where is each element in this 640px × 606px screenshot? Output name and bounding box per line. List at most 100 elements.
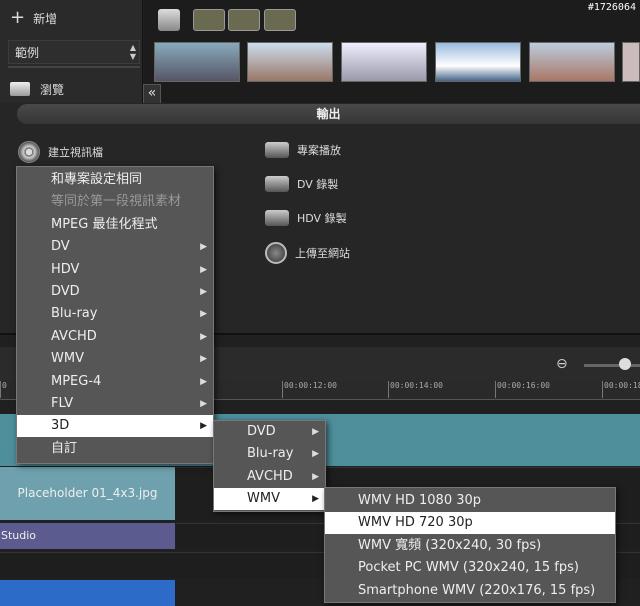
- upload-web-button[interactable]: 上傳至網站: [265, 242, 350, 264]
- photo-filter-icon[interactable]: [228, 9, 260, 31]
- menu-item-label: WMV: [247, 491, 280, 507]
- menu-item-label: Smartphone WMV (220x176, 15 fps): [358, 582, 596, 598]
- menu-item-label: WMV HD 1080 30p: [358, 493, 482, 508]
- camcorder-icon: [265, 176, 289, 192]
- menu-item[interactable]: DVD ▶: [214, 421, 325, 443]
- studio-title-clip[interactable]: Studio: [0, 523, 175, 549]
- media-thumbnail[interactable]: [247, 42, 333, 82]
- project-playback-label: 專案播放: [297, 144, 341, 157]
- menu-item[interactable]: WMV 寬頻 (320x240, 30 fps): [325, 535, 615, 557]
- menu-item-label: WMV: [51, 351, 84, 367]
- watermark: #1726064: [587, 2, 636, 13]
- globe-icon: [265, 242, 287, 264]
- folder-select[interactable]: 範例 ▲ ▼: [8, 40, 140, 64]
- menu-item-label: Pocket PC WMV (320x240, 15 fps): [358, 560, 579, 576]
- menu-item[interactable]: Blu-ray ▶: [17, 303, 213, 325]
- menu-item-label: AVCHD: [51, 328, 97, 344]
- browse-icon: [10, 82, 30, 96]
- menu-item-label: FLV: [51, 396, 74, 411]
- menu-item[interactable]: MPEG-4 ▶: [17, 371, 213, 393]
- menu-item[interactable]: AVCHD ▶: [214, 466, 325, 488]
- placeholder-clip[interactable]: Placeholder 01_4x3.jpg: [0, 467, 175, 520]
- media-thumbnail[interactable]: [622, 42, 640, 82]
- menu-item-label: 自訂: [51, 440, 78, 456]
- ruler-tick: 00:00:16:00: [495, 381, 550, 398]
- folder-icon[interactable]: [158, 9, 180, 31]
- collapse-button[interactable]: «: [143, 84, 161, 104]
- menu-item[interactable]: WMV HD 1080 30p: [325, 490, 615, 512]
- menu-item[interactable]: HDV ▶: [17, 259, 213, 281]
- zoom-slider-knob[interactable]: [619, 358, 631, 370]
- spin-arrows-icon[interactable]: ▲ ▼: [130, 43, 136, 61]
- ruler-tick: 00:00:18:0: [601, 381, 640, 398]
- menu-item[interactable]: 和專案設定相同: [17, 169, 213, 191]
- media-thumbnail[interactable]: [154, 42, 240, 82]
- menu-item[interactable]: Smartphone WMV (220x176, 15 fps): [325, 580, 615, 602]
- create-video-label: 建立視訊檔: [48, 146, 103, 159]
- menu-item-label: WMV HD 720 30p: [358, 515, 473, 531]
- submenu-3d: DVD ▶ Blu-ray ▶ AVCHD ▶ WMV ▶: [213, 420, 326, 512]
- menu-item[interactable]: AVCHD ▶: [17, 326, 213, 348]
- submenu-arrow-icon: ▶: [312, 427, 319, 437]
- browse-button[interactable]: 瀏覽: [10, 78, 135, 100]
- menu-item-label: 3D: [51, 418, 70, 434]
- hdv-record-button[interactable]: HDV 錄製: [265, 210, 347, 226]
- menu-item-label: MPEG 最佳化程式: [51, 216, 158, 232]
- browse-label: 瀏覽: [40, 82, 65, 97]
- submenu-arrow-icon: ▶: [200, 376, 207, 387]
- submenu-arrow-icon: ▶: [200, 264, 207, 275]
- menu-item-label: Blu-ray: [247, 446, 294, 462]
- camcorder-icon: [265, 210, 289, 226]
- add-label: 新增: [33, 11, 58, 26]
- menu-item: 等同於第一段視訊素材: [17, 191, 213, 213]
- menu-item-label: HDV: [51, 261, 80, 277]
- menu-item-label: Blu-ray: [51, 306, 98, 322]
- media-thumbnail[interactable]: [435, 42, 521, 82]
- menu-item[interactable]: Blu-ray ▶: [214, 443, 325, 465]
- zoom-out-icon[interactable]: ⊖: [556, 356, 568, 372]
- submenu-arrow-icon: ▶: [200, 287, 207, 297]
- menu-item[interactable]: WMV ▶: [214, 488, 325, 511]
- menu-item-label: MPEG-4: [51, 373, 102, 389]
- add-button[interactable]: + 新增: [10, 6, 135, 30]
- playback-icon: [265, 142, 289, 158]
- menu-item[interactable]: 3D ▶: [17, 415, 213, 438]
- menu-item[interactable]: DVD ▶: [17, 281, 213, 303]
- menu-item-label: DVD: [51, 284, 80, 299]
- plus-icon: +: [10, 7, 26, 28]
- submenu-arrow-icon: ▶: [312, 471, 319, 482]
- video-filter-icon[interactable]: [193, 9, 225, 31]
- menu-item-label: AVCHD: [247, 468, 293, 484]
- dv-record-button[interactable]: DV 錄製: [265, 176, 338, 192]
- submenu-arrow-icon: ▶: [200, 399, 207, 409]
- ruler-tick: 00:00:12:00: [282, 381, 337, 398]
- zoom-slider[interactable]: [584, 364, 640, 367]
- menu-item[interactable]: FLV ▶: [17, 393, 213, 415]
- submenu-wmv: WMV HD 1080 30p WMV HD 720 30p WMV 寬頻 (320…: [324, 487, 616, 603]
- ruler-tick: 0: [0, 381, 7, 398]
- menu-item[interactable]: MPEG 最佳化程式: [17, 214, 213, 236]
- folder-select-value: 範例: [15, 46, 40, 60]
- menu-item[interactable]: Pocket PC WMV (320x240, 15 fps): [325, 557, 615, 579]
- menu-item[interactable]: 自訂: [17, 438, 213, 460]
- menu-item[interactable]: WMV HD 720 30p: [325, 512, 615, 535]
- app-window: + 新增 範例 ▲ ▼ 瀏覽 « #1726064 輸出 建立視訊檔 專案播放 D…: [0, 0, 640, 606]
- media-thumbnail[interactable]: [529, 42, 615, 82]
- create-video-button[interactable]: 建立視訊檔: [18, 141, 103, 163]
- music-clip[interactable]: [0, 580, 175, 606]
- media-thumbnail[interactable]: [341, 42, 427, 82]
- upload-web-label: 上傳至網站: [295, 247, 350, 260]
- project-playback-button[interactable]: 專案播放: [265, 142, 341, 158]
- submenu-arrow-icon: ▶: [200, 331, 207, 342]
- audio-filter-icon[interactable]: [264, 9, 296, 31]
- menu-item[interactable]: WMV ▶: [17, 348, 213, 370]
- submenu-arrow-icon: ▶: [200, 309, 207, 320]
- submenu-arrow-icon: ▶: [200, 354, 207, 365]
- film-reel-icon: [18, 141, 40, 163]
- hdv-record-label: HDV 錄製: [297, 212, 347, 225]
- menu-item[interactable]: DV ▶: [17, 236, 213, 258]
- output-header: 輸出: [17, 104, 640, 124]
- menu-item-label: DV: [51, 239, 70, 255]
- create-video-menu: 和專案設定相同 等同於第一段視訊素材 MPEG 最佳化程式 DV ▶ HDV ▶ DVD ▶ Bl…: [16, 166, 214, 464]
- divider: [8, 66, 140, 68]
